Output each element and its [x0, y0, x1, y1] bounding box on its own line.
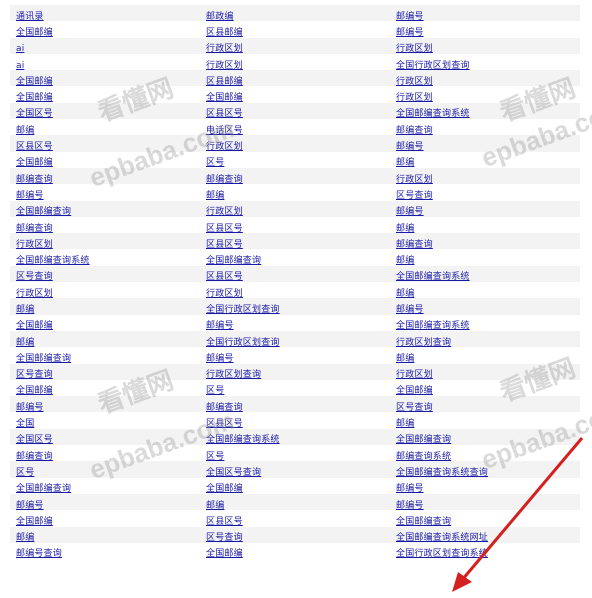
link-table: 通讯录 邮政编 邮编号 全国邮编 区县邮编 邮编号 ai 行政区划 行政区划 ai 行政区划 全国行政…	[10, 5, 580, 559]
table-row: 全国邮编查询 行政区划 邮编号	[10, 200, 580, 217]
table-row: 全国 区县区号 邮编	[10, 412, 580, 429]
table-row: 通讯录 邮政编 邮编号	[10, 5, 580, 22]
link-item[interactable]: 邮编号查询	[16, 549, 62, 559]
table-row: 邮编号 邮编查询 区号查询	[10, 396, 580, 413]
table-row: 邮编号 邮编 邮编号	[10, 493, 580, 511]
table-row: 邮编 全国行政区划查询 邮编号	[10, 298, 580, 315]
table-row: 全国邮编查询 邮编号 邮编	[10, 347, 580, 364]
table-row: 区号查询 行政区划查询 行政区划	[10, 363, 580, 380]
table-row: 全国邮编 区县邮编 行政区划	[10, 70, 580, 87]
table-row: 邮编查询 区号 邮编查询系统	[10, 445, 580, 462]
table-row: 邮编查询 区县区号 邮编	[10, 216, 580, 234]
table-row: 邮编 电话区号 邮编查询	[10, 119, 580, 136]
table-row: 全国邮编 区县区号 全国邮编查询	[10, 510, 580, 527]
table-row: 邮编 区号查询 全国邮编查询系统网址	[10, 526, 580, 543]
table-cell: 全国行政区划查询系统	[390, 541, 580, 560]
table-row: 全国邮编 邮编号 全国邮编查询系统	[10, 314, 580, 331]
link-item[interactable]: 全国行政区划查询系统	[396, 549, 488, 559]
table-row: 邮编查询 邮编查询 行政区划	[10, 167, 580, 185]
table-row: 全国邮编 区县邮编 邮编号	[10, 21, 580, 38]
table-row: 邮编 全国行政区划查询 行政区划查询	[10, 330, 580, 348]
table-row: 全国区号 全国邮编查询系统 全国邮编查询	[10, 428, 580, 445]
table-row: 区号查询 区县区号 全国邮编查询系统	[10, 265, 580, 282]
link-item[interactable]: 全国邮编	[206, 549, 243, 559]
table-row: 全国邮编 区号 全国邮编	[10, 379, 580, 396]
table-row: 全国邮编 全国邮编 行政区划	[10, 86, 580, 103]
table-row: 邮编号查询 全国邮编 全国行政区划查询系统	[10, 541, 580, 560]
table-row: 区号 全国区号查询 全国邮编查询系统查询	[10, 461, 580, 478]
table-row: 邮编号 邮编 区号查询	[10, 184, 580, 201]
table-row: ai 行政区划 全国行政区划查询	[10, 53, 580, 71]
table-row: 全国邮编查询系统 全国邮编查询 邮编	[10, 249, 580, 266]
table-cell: 全国邮编	[200, 541, 390, 560]
table-row: 全国邮编 区号 邮编	[10, 151, 580, 168]
table-row: 区县区号 行政区划 邮编号	[10, 135, 580, 152]
table-row: ai 行政区划 行政区划	[10, 37, 580, 54]
table-row: 全国邮编查询 全国邮编 邮编号	[10, 477, 580, 494]
table-row: 行政区划 区县区号 邮编查询	[10, 233, 580, 250]
table-row: 行政区划 行政区划 邮编	[10, 282, 580, 299]
table-cell: 邮编号查询	[10, 541, 200, 560]
table-row: 全国区号 区县区号 全国邮编查询系统	[10, 102, 580, 119]
